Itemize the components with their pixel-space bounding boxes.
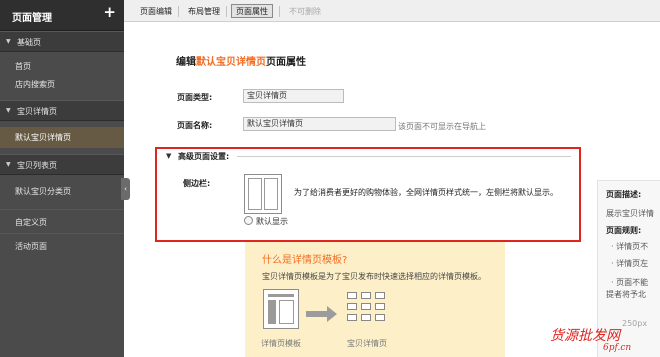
template-header-shape <box>268 294 294 297</box>
grid-cell <box>375 303 385 310</box>
help-desc-text: 展示宝贝详情 <box>606 209 654 218</box>
detail-template-icon <box>263 289 299 329</box>
topbar: 页面编辑 布局管理 页面属性 不可删除 <box>124 0 660 22</box>
arrow-right-icon <box>327 306 337 322</box>
triangle-down-icon: ▼ <box>6 107 11 114</box>
page-name-hint: 该页面不可显示在导航上 <box>398 122 486 131</box>
page-title-suffix: 页面属性 <box>266 57 306 68</box>
help-rule: · 页面不能 <box>611 278 649 287</box>
sidebar-item-store-search[interactable]: 店内搜索页 <box>0 76 124 94</box>
grid-cell <box>361 292 371 299</box>
template-info-description: 宝贝详情页模板是为了宝贝发布时快速选择相应的详情页模板。 <box>262 272 486 281</box>
tab-undeletable: 不可删除 <box>289 7 321 16</box>
grid-cell <box>347 303 357 310</box>
page-type-field: 宝贝详情页 <box>243 89 344 103</box>
page-title: 编辑默认宝贝详情页页面属性 <box>176 53 306 68</box>
watermark-site: 6pf.cn <box>603 343 632 353</box>
divider <box>237 156 571 157</box>
help-rule: 提者将予北 <box>606 290 646 299</box>
sidebar-item-home[interactable]: 首页 <box>0 58 124 76</box>
sidebar-section-detail[interactable]: ▼ 宝贝详情页 <box>0 100 124 121</box>
sidebar-section-list[interactable]: ▼ 宝贝列表页 <box>0 154 124 175</box>
detail-page-caption: 宝贝详情页 <box>347 339 387 348</box>
sidebar-section-label: 宝贝列表页 <box>17 161 57 170</box>
sidebar-section-label: 基础页 <box>17 38 41 47</box>
layout-column-left <box>248 178 262 210</box>
sidebar-title: 页面管理 <box>12 13 52 24</box>
triangle-down-icon: ▼ <box>6 38 11 45</box>
template-info-title: 什么是详情页模板? <box>262 255 348 266</box>
grid-cell <box>375 314 385 321</box>
tab-page-edit[interactable]: 页面编辑 <box>136 5 176 19</box>
layout-column-right <box>264 178 278 210</box>
help-footer: 250px <box>622 319 648 328</box>
triangle-down-icon: ▼ <box>6 161 11 168</box>
page-name-input[interactable]: 默认宝贝详情页 <box>243 117 396 131</box>
template-body-shape <box>279 300 294 324</box>
default-display-label: 默认显示 <box>256 217 288 226</box>
grid-cell <box>347 292 357 299</box>
detail-pages-grid-icon <box>347 292 387 332</box>
grid-cell <box>361 303 371 310</box>
triangle-down-icon[interactable]: ▼ <box>166 152 171 160</box>
sidebar-section-basic[interactable]: ▼ 基础页 <box>0 31 124 52</box>
grid-cell <box>375 292 385 299</box>
template-sidebar-shape <box>268 300 276 324</box>
page-type-label: 页面类型: <box>177 93 213 102</box>
arrow-right-icon <box>306 311 328 317</box>
page-name-label: 页面名称: <box>177 121 213 130</box>
tab-layout-manage[interactable]: 布局管理 <box>184 5 224 19</box>
divider <box>226 6 227 17</box>
help-rule: · 详情页左 <box>611 259 649 268</box>
chevron-left-icon[interactable]: ‹ <box>121 178 130 200</box>
help-desc-title: 页面描述: <box>606 190 642 199</box>
sidebar-setting-description: 为了给消费者更好的购物体验，全网详情页样式统一，左侧栏将默认显示。 <box>294 188 558 197</box>
default-display-radio[interactable] <box>244 216 253 225</box>
advanced-settings-title[interactable]: 高级页面设置: <box>178 151 229 162</box>
sidebar-section-label: 宝贝详情页 <box>17 107 57 116</box>
divider <box>178 6 179 17</box>
watermark-text: 货源批发网 <box>550 328 620 344</box>
template-caption: 详情页模板 <box>261 339 301 348</box>
divider <box>279 6 280 17</box>
two-column-layout-icon[interactable] <box>244 174 282 214</box>
sidebar-item-activity[interactable]: 活动页面 <box>0 233 124 257</box>
sidebar-setting-label: 侧边栏: <box>183 179 211 188</box>
sidebar-item-custom[interactable]: 自定义页 <box>0 209 124 233</box>
help-rule: · 详情页不 <box>611 242 649 251</box>
sidebar-item-default-detail[interactable]: 默认宝贝详情页 <box>0 127 124 148</box>
help-rules-title: 页面规则: <box>606 226 642 235</box>
plus-icon[interactable]: + <box>103 5 116 20</box>
sidebar-item-default-category[interactable]: 默认宝贝分类页 <box>0 183 124 201</box>
sidebar-header: 页面管理 + <box>0 0 124 31</box>
page-title-highlight: 默认宝贝详情页 <box>196 57 266 68</box>
sidebar: 页面管理 + ▼ 基础页 首页 店内搜索页 ▼ 宝贝详情页 默认宝贝详情页 ▼ … <box>0 0 124 357</box>
page-title-prefix: 编辑 <box>176 57 196 68</box>
tab-page-properties[interactable]: 页面属性 <box>231 4 273 18</box>
grid-cell <box>347 314 357 321</box>
grid-cell <box>361 314 371 321</box>
